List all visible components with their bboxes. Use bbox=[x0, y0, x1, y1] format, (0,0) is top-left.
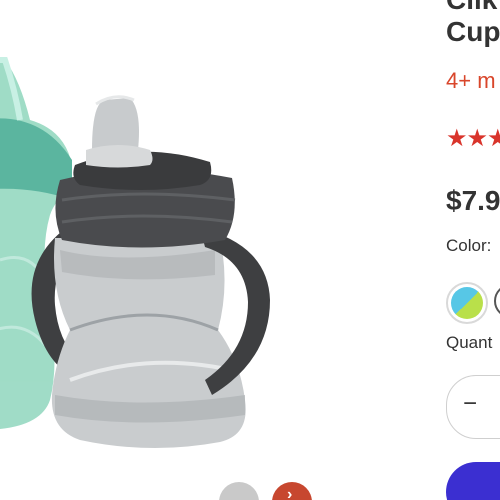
product-title: Clik Cup bbox=[446, 0, 500, 47]
quantity-label: Quant bbox=[446, 333, 493, 352]
product-gallery: › bbox=[0, 0, 420, 500]
age-range: 4+ m bbox=[446, 68, 496, 93]
color-label: Color: bbox=[446, 236, 492, 255]
color-swatch-blue-green[interactable] bbox=[446, 282, 488, 324]
add-to-cart-button[interactable] bbox=[446, 462, 500, 500]
product-image[interactable] bbox=[0, 0, 420, 500]
quantity-decrease-button[interactable]: − bbox=[463, 390, 477, 418]
product-info: Clik Cup 4+ m ★★★ $7.9 Color: Quant − bbox=[446, 0, 500, 500]
quantity-stepper[interactable]: − bbox=[446, 375, 500, 439]
color-swatch-grey[interactable] bbox=[494, 284, 500, 318]
grey-sippy-cup-image bbox=[31, 95, 270, 449]
chevron-right-icon: › bbox=[287, 486, 293, 500]
rating-stars-icon[interactable]: ★★★ bbox=[446, 124, 500, 153]
product-price: $7.9 bbox=[446, 185, 500, 216]
